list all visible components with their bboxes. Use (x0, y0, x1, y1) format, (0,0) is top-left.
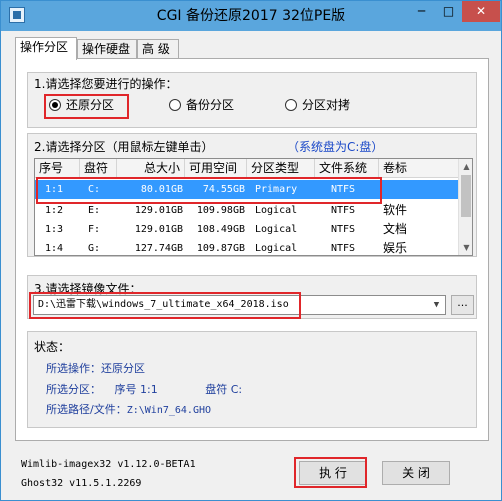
col-free[interactable]: 可用空间 (185, 159, 247, 178)
version-ghost: Ghost32 v11.5.1.2269 (21, 478, 142, 489)
col-label[interactable]: 卷标 (379, 159, 458, 178)
system-disk-note: （系统盘为C:盘） (287, 140, 384, 154)
cell-label: 娱乐 (383, 241, 408, 255)
table-header: 序号 盘符 总大小 可用空间 分区类型 文件系统 卷标 (35, 159, 458, 178)
radio-label: 分区对拷 (302, 98, 351, 112)
cell-fs: NTFS (331, 224, 356, 235)
cell-fs: NTFS (331, 243, 356, 254)
tab-disk-ops[interactable]: 操作硬盘 (77, 39, 137, 59)
scroll-up-icon[interactable]: ▲ (459, 159, 472, 174)
maximize-button[interactable]: □ (435, 1, 462, 22)
close-window-button[interactable]: ✕ (462, 1, 500, 22)
status-path-label: 所选路径/文件： (46, 403, 127, 416)
cell-label: 软件 (383, 203, 408, 217)
scroll-down-icon[interactable]: ▼ (459, 240, 472, 255)
highlight-box-image (29, 292, 301, 319)
version-wimlib: Wimlib-imagex32 v1.12.0-BETA1 (21, 459, 196, 470)
partition-group-label: 2.请选择分区（用鼠标左键单击） (34, 140, 214, 154)
browse-button[interactable]: ... (451, 295, 474, 315)
radio-dot-icon (285, 99, 297, 111)
tab-advanced[interactable]: 高 级 (137, 39, 179, 59)
cell-drive: F: (88, 224, 101, 235)
status-op-value: 还原分区 (101, 362, 145, 375)
cell-label: 文档 (383, 222, 408, 236)
close-button[interactable]: 关 闭 (382, 461, 450, 485)
status-part-drive: 盘符 C: (205, 383, 243, 396)
col-index[interactable]: 序号 (35, 159, 80, 178)
status-partition: 所选分区： 序号 1:1 盘符 C: (46, 381, 242, 397)
status-path: 所选路径/文件：Z:\Win7_64.GHO (46, 401, 211, 417)
col-total[interactable]: 总大小 (117, 159, 185, 178)
radio-label: 备份分区 (186, 98, 235, 112)
radio-backup-partition[interactable]: 备份分区 (169, 97, 234, 113)
highlight-box-execute (294, 457, 367, 488)
main-window: CGI 备份还原2017 32位PE版 ─ □ ✕ 操作分区 操作硬盘 高 级 … (0, 0, 502, 501)
col-drive[interactable]: 盘符 (80, 159, 117, 178)
table-scrollbar[interactable]: ▲ ▼ (458, 159, 472, 255)
cell-drive: G: (88, 243, 101, 254)
col-type[interactable]: 分区类型 (247, 159, 315, 178)
status-op-label: 所选操作： (46, 362, 101, 375)
partition-table: 序号 盘符 总大小 可用空间 分区类型 文件系统 卷标 1:1 C: 80.01… (34, 158, 473, 256)
table-row[interactable]: 1:4 G: 127.74GB 109.87GB Logical NTFS 娱乐 (35, 239, 458, 255)
operation-group-label: 1.请选择您要进行的操作： (34, 77, 178, 91)
highlight-box-partition (36, 177, 382, 204)
table-row[interactable]: 1:3 F: 129.01GB 108.49GB Logical NTFS 文档 (35, 220, 458, 239)
title-bar[interactable]: CGI 备份还原2017 32位PE版 ─ □ ✕ (1, 1, 501, 31)
cell-index: 1:4 (45, 243, 64, 254)
highlight-box-restore (44, 94, 129, 119)
status-part-index: 序号 1:1 (114, 383, 158, 396)
tab-partition-ops[interactable]: 操作分区 (15, 37, 77, 60)
radio-dot-icon (169, 99, 181, 111)
cell-total: 129.01GB (134, 224, 183, 235)
status-part-label: 所选分区： (46, 383, 101, 396)
cell-total: 127.74GB (134, 243, 183, 254)
minimize-button[interactable]: ─ (408, 1, 435, 22)
chevron-down-icon[interactable]: ▼ (428, 296, 445, 314)
status-operation: 所选操作：还原分区 (46, 360, 145, 376)
radio-copy-partition[interactable]: 分区对拷 (285, 97, 350, 113)
status-path-value: Z:\Win7_64.GHO (126, 405, 212, 416)
col-fs[interactable]: 文件系统 (315, 159, 379, 178)
status-label: 状态： (34, 340, 71, 354)
cell-free: 109.87GB (196, 243, 245, 254)
cell-free: 108.49GB (196, 224, 245, 235)
cell-type: Logical (255, 224, 298, 235)
cell-index: 1:3 (45, 224, 64, 235)
cell-type: Logical (255, 243, 298, 254)
scroll-thumb[interactable] (461, 175, 471, 217)
